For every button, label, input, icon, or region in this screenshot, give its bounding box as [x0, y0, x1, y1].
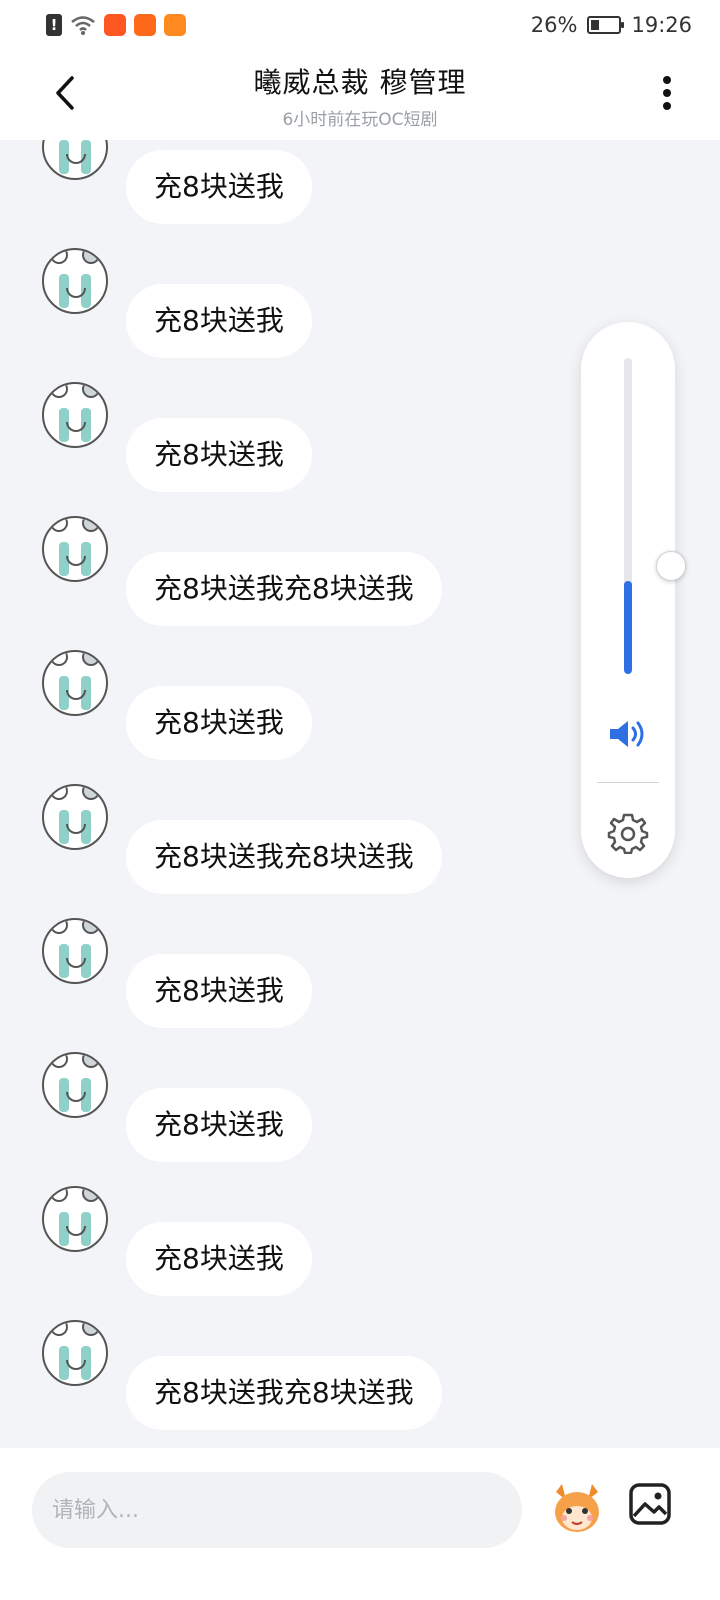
- volume-slider-thumb[interactable]: [656, 551, 686, 581]
- avatar[interactable]: [42, 248, 108, 314]
- avatar[interactable]: [42, 140, 108, 180]
- message-bubble[interactable]: 充8块送我充8块送我: [126, 552, 442, 626]
- play-app-icon: [164, 14, 186, 36]
- chat-header: 曦威总裁 穆管理 6小时前在玩OC短剧: [0, 50, 720, 140]
- message-bubble[interactable]: 充8块送我: [126, 150, 312, 224]
- message-row: 充8块送我: [42, 382, 312, 492]
- avatar[interactable]: [42, 1052, 108, 1118]
- image-icon[interactable]: [628, 1482, 672, 1526]
- wifi-icon: [71, 16, 95, 35]
- avatar[interactable]: [42, 516, 108, 582]
- message-bubble[interactable]: 充8块送我充8块送我: [126, 1356, 442, 1430]
- message-row: 充8块送我: [42, 248, 312, 358]
- speaker-icon[interactable]: [608, 718, 648, 750]
- clock: 19:26: [631, 13, 692, 37]
- chat-subtitle: 6小时前在玩OC短剧: [282, 109, 438, 130]
- status-bar: ! 26% 19:26: [0, 0, 720, 50]
- title-area: 曦威总裁 穆管理 6小时前在玩OC短剧: [254, 61, 467, 130]
- battery-percent: 26%: [530, 13, 578, 37]
- status-icons: !: [46, 14, 186, 36]
- message-row: 充8块送我: [42, 1052, 312, 1162]
- divider: [597, 782, 659, 783]
- message-bubble[interactable]: 充8块送我: [126, 954, 312, 1028]
- message-row: 充8块送我: [42, 140, 312, 224]
- volume-panel: [581, 322, 686, 878]
- message-row: 充8块送我: [42, 1186, 312, 1296]
- more-vertical-icon: [663, 76, 671, 110]
- back-button[interactable]: [40, 68, 90, 118]
- message-input[interactable]: [32, 1472, 522, 1548]
- status-right: 26% 19:26: [531, 13, 692, 37]
- message-row: 充8块送我: [42, 650, 312, 760]
- message-row: 充8块送我充8块送我: [42, 1320, 442, 1430]
- avatar[interactable]: [42, 918, 108, 984]
- emoji-mascot-icon[interactable]: [548, 1478, 606, 1536]
- avatar[interactable]: [42, 784, 108, 850]
- message-bubble[interactable]: 充8块送我: [126, 1088, 312, 1162]
- chat-title: 曦威总裁 穆管理: [253, 65, 467, 99]
- chevron-left-icon: [56, 76, 74, 110]
- app-notification-icon: [134, 14, 156, 36]
- avatar[interactable]: [42, 1320, 108, 1386]
- battery-icon: [587, 16, 625, 34]
- gear-icon[interactable]: [607, 812, 649, 854]
- volume-level-fill: [624, 581, 632, 674]
- avatar[interactable]: [42, 382, 108, 448]
- input-bar: [0, 1448, 720, 1600]
- message-bubble[interactable]: 充8块送我: [126, 686, 312, 760]
- message-bubble[interactable]: 充8块送我: [126, 284, 312, 358]
- avatar[interactable]: [42, 650, 108, 716]
- message-bubble[interactable]: 充8块送我: [126, 418, 312, 492]
- message-bubble[interactable]: 充8块送我充8块送我: [126, 820, 442, 894]
- message-row: 充8块送我充8块送我: [42, 784, 442, 894]
- avatar[interactable]: [42, 1186, 108, 1252]
- alert-icon: !: [46, 14, 62, 36]
- volume-slider[interactable]: [624, 358, 686, 674]
- app-notification-icon: [104, 14, 126, 36]
- message-bubble[interactable]: 充8块送我: [126, 1222, 312, 1296]
- message-row: 充8块送我充8块送我: [42, 516, 442, 626]
- more-options-button[interactable]: [652, 68, 682, 118]
- message-row: 充8块送我: [42, 918, 312, 1028]
